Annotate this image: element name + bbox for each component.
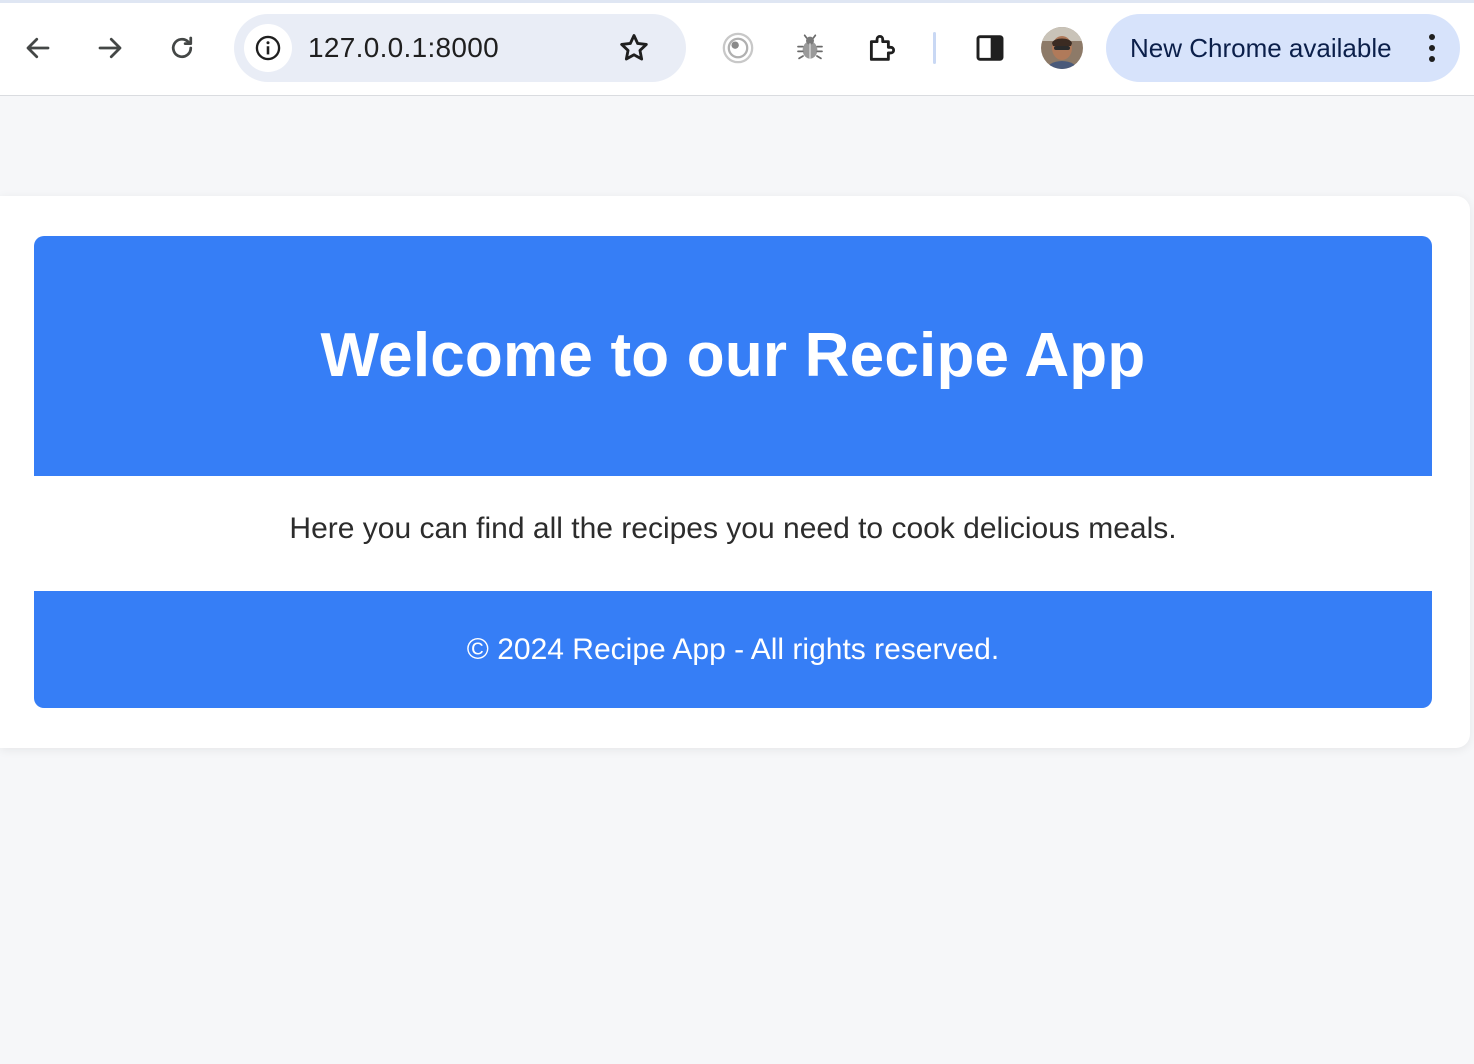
browser-toolbar: 127.0.0.1:8000 New Chrome available <box>0 0 1474 96</box>
profile-photo-icon <box>1041 27 1083 69</box>
page-title: Welcome to our Recipe App <box>320 320 1146 390</box>
puzzle-icon <box>869 35 895 61</box>
update-chip-label: New Chrome available <box>1130 33 1392 63</box>
bug-extension-icon <box>797 34 823 60</box>
forward-button[interactable] <box>82 20 138 76</box>
toolbar-divider <box>933 32 936 64</box>
footer-copyright: © 2024 Recipe App - All rights reserved. <box>466 632 1000 666</box>
page-footer: © 2024 Recipe App - All rights reserved. <box>34 591 1432 708</box>
site-info-button[interactable] <box>244 24 292 72</box>
back-button[interactable] <box>10 20 66 76</box>
vertical-dots-icon <box>1429 34 1435 62</box>
reload-button[interactable] <box>154 20 210 76</box>
extension-bug-button[interactable] <box>782 20 838 76</box>
new-chrome-available-button[interactable]: New Chrome available <box>1106 14 1460 82</box>
arrow-right-icon <box>98 37 122 59</box>
bookmark-button[interactable] <box>610 24 658 72</box>
target-extension-icon <box>722 32 754 64</box>
url-text[interactable]: 127.0.0.1:8000 <box>308 14 499 82</box>
side-panel-icon <box>976 35 1004 61</box>
browser-menu-button[interactable] <box>1412 24 1452 72</box>
reload-icon <box>171 36 193 59</box>
info-icon <box>255 35 281 61</box>
star-icon <box>620 34 648 61</box>
extensions-button[interactable] <box>854 20 910 76</box>
side-panel-button[interactable] <box>962 20 1018 76</box>
address-bar[interactable]: 127.0.0.1:8000 <box>234 14 686 82</box>
hero-banner: Welcome to our Recipe App <box>34 236 1432 476</box>
extension-target-button[interactable] <box>710 20 766 76</box>
toolbar-top-strip <box>0 0 1474 3</box>
page-tagline: Here you can find all the recipes you ne… <box>289 512 1177 545</box>
content-card: Welcome to our Recipe App Here you can f… <box>0 196 1470 748</box>
arrow-left-icon <box>26 37 50 59</box>
avatar[interactable] <box>1041 27 1083 69</box>
